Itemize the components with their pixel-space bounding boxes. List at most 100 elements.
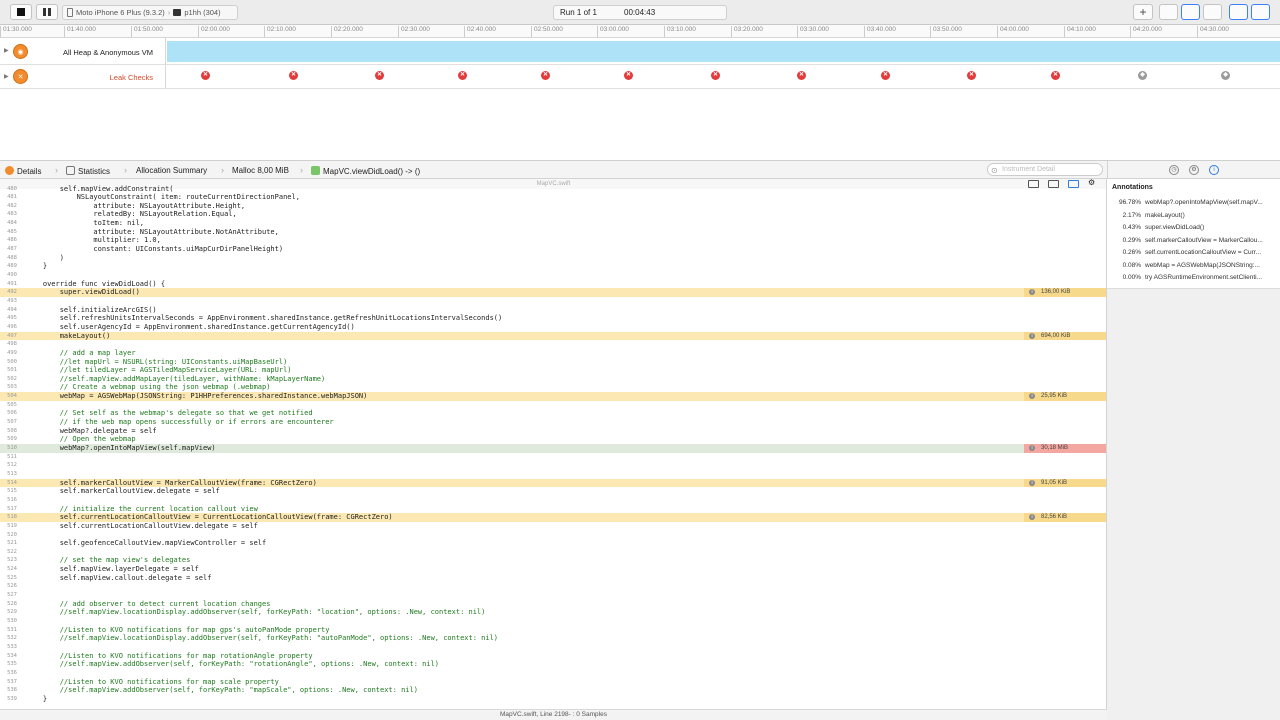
code-line[interactable]: 495 self.refreshUnitsIntervalSeconds = A… [0,314,1106,323]
source-view[interactable]: MapVC.swift ⚙ 480 self.mapView.addConstr… [0,179,1107,709]
code-line[interactable]: 489 } [0,262,1106,271]
timeline-ruler[interactable]: 01:30.000 01:40.000 01:50.000 02:00.000 … [0,25,1280,38]
code-line[interactable]: 536 [0,669,1106,678]
add-instrument-button[interactable]: + [1133,4,1153,20]
code-line[interactable]: 529 //self.mapView.locationDisplay.addOb… [0,608,1106,617]
code-line[interactable]: 504 webMap = AGSWebMap(JSONString: P1HHP… [0,392,1106,401]
code-line[interactable]: 480 self.mapView.addConstraint( [0,185,1106,194]
code-line[interactable]: 502 //self.mapView.addMapLayer(tiledLaye… [0,375,1106,384]
code-line[interactable]: 508 webMap?.delegate = self [0,427,1106,436]
code-line[interactable]: 539 } [0,695,1106,704]
track-leaks[interactable]: ▶ ✕ Leak Checks [0,65,1280,89]
leak-check-passed-icon[interactable]: ◆ [1221,71,1230,80]
allocation-cost-badge[interactable]: i 694,00 KiB [1024,331,1106,341]
code-line[interactable]: 532 //self.mapView.locationDisplay.addOb… [0,634,1106,643]
leak-check-failed-icon[interactable]: ✕ [458,71,467,80]
annotation-row[interactable]: 96.78% webMap?.openIntoMapView(self.mapV.… [1107,199,1280,211]
code-line[interactable]: 509 // Open the webmap [0,435,1106,444]
disclosure-triangle-icon[interactable]: ▶ [4,47,9,54]
code-line[interactable]: 535 //self.mapView.addObserver(self, for… [0,660,1106,669]
code-line[interactable]: 533 [0,643,1106,652]
code-line[interactable]: 507 // if the web map opens successfully… [0,418,1106,427]
stop-button[interactable] [10,4,32,20]
annotation-row[interactable]: 0.00% try AGSRuntimeEnvironment.setClient… [1107,274,1280,286]
code-line[interactable]: 537 //Listen to KVO notifications for ma… [0,678,1106,687]
display-settings-icon[interactable]: ⚙ [1189,165,1199,175]
code-line[interactable]: 484 toItem: nil, [0,219,1106,228]
code-line[interactable]: 494 self.initializeArcGIS() [0,306,1106,315]
instrument-detail-search[interactable]: ⊙ Instrument Detail [987,163,1103,176]
code-line[interactable]: 490 [0,271,1106,280]
code-line[interactable]: 497 makeLayout() i 694,00 KiB [0,331,1106,341]
code-line[interactable]: 528 // add observer to detect current lo… [0,600,1106,609]
code-line[interactable]: 538 //self.mapView.addObserver(self, for… [0,686,1106,695]
leak-check-failed-icon[interactable]: ✕ [1051,71,1060,80]
annotation-row[interactable]: 0.26% self.currentLocationCalloutView = C… [1107,249,1280,261]
code-line[interactable]: 492 super.viewDidLoad() i 136,00 KiB [0,288,1106,297]
annotation-row[interactable]: 0.29% self.markerCalloutView = MarkerCall… [1107,237,1280,249]
code-line[interactable]: 525 self.mapView.callout.delegate = self [0,574,1106,583]
code-line[interactable]: 486 multiplier: 1.0, [0,236,1106,245]
code-line[interactable]: 488 ) [0,254,1106,263]
toggle-detail-pane-button[interactable] [1229,4,1248,20]
code-line[interactable]: 505 [0,401,1106,410]
code-line[interactable]: 530 [0,617,1106,626]
code-line[interactable]: 500 //let mapUrl = NSURL(string: UIConst… [0,358,1106,367]
code-line[interactable]: 510 webMap?.openIntoMapView(self.mapView… [0,444,1106,453]
code-line[interactable]: 517 // initialize the current location c… [0,505,1106,514]
allocation-cost-badge[interactable]: i 82,56 KiB [1024,513,1106,522]
annotation-row[interactable]: 0.43% super.viewDidLoad() [1107,224,1280,236]
code-line[interactable]: 520 [0,531,1106,540]
jump-method[interactable]: MapVC.viewDidLoad() -> () [311,166,420,176]
code-line[interactable]: 499 // add a map layer [0,349,1106,358]
jump-statistics[interactable]: Statistics [66,166,110,176]
code-line[interactable]: 511 [0,453,1106,462]
jump-allocation-summary[interactable]: Allocation Summary [136,166,207,175]
code-line[interactable]: 526 [0,582,1106,591]
code-line[interactable]: 491 override func viewDidLoad() { [0,280,1106,289]
record-settings-icon[interactable]: ◷ [1169,165,1179,175]
target-selector[interactable]: Moto iPhone 6 Plus (9.3.2) › p1hh (304) [62,5,238,20]
code-line[interactable]: 503 // Create a webmap using the json we… [0,383,1106,392]
code-line[interactable]: 483 relatedBy: NSLayoutRelation.Equal, [0,210,1106,219]
code-line[interactable]: 482 attribute: NSLayoutAttribute.Height, [0,202,1106,211]
code-line[interactable]: 498 [0,340,1106,349]
leak-check-failed-icon[interactable]: ✕ [541,71,550,80]
code-line[interactable]: 523 // set the map view's delegates [0,556,1106,565]
allocation-cost-badge[interactable]: i 30,18 MiB [1024,444,1106,453]
leak-check-failed-icon[interactable]: ✕ [375,71,384,80]
code-line[interactable]: 487 constant: UIConstants.uiMapCurDirPan… [0,245,1106,254]
leak-check-failed-icon[interactable]: ✕ [881,71,890,80]
code-line[interactable]: 516 [0,496,1106,505]
code-line[interactable]: 531 //Listen to KVO notifications for ma… [0,626,1106,635]
extended-detail-icon[interactable]: i [1209,165,1219,175]
grid-view-button[interactable] [1203,4,1222,20]
leak-check-failed-icon[interactable]: ✕ [711,71,720,80]
pause-button[interactable] [36,4,58,20]
code-line[interactable]: 534 //Listen to KVO notifications for ma… [0,652,1106,661]
code-line[interactable]: 501 //let tiledLayer = AGSTiledMapServic… [0,366,1106,375]
code-line[interactable]: 518 self.currentLocationCalloutView = Cu… [0,513,1106,522]
code-line[interactable]: 522 [0,548,1106,557]
leak-check-failed-icon[interactable]: ✕ [797,71,806,80]
leak-check-failed-icon[interactable]: ✕ [624,71,633,80]
annotation-row[interactable]: 2.17% makeLayout() [1107,212,1280,224]
leak-check-failed-icon[interactable]: ✕ [289,71,298,80]
jump-malloc[interactable]: Malloc 8,00 MiB [232,166,289,175]
list-view-button[interactable] [1181,4,1200,20]
jump-details[interactable]: Details [5,166,41,176]
code-line[interactable]: 481 NSLayoutConstraint( item: routeCurre… [0,193,1106,202]
code-line[interactable]: 485 attribute: NSLayoutAttribute.NotAnAt… [0,228,1106,237]
code-line[interactable]: 496 self.userAgencyId = AppEnvironment.s… [0,323,1106,332]
allocation-cost-badge[interactable]: i 91,05 KiB [1024,478,1106,488]
code-line[interactable]: 506 // Set self as the webmap's delegate… [0,409,1106,418]
leak-check-passed-icon[interactable]: ◆ [1138,71,1147,80]
allocation-cost-badge[interactable]: i 136,00 KiB [1024,288,1106,297]
code-line[interactable]: 527 [0,591,1106,600]
code-line[interactable]: 515 self.markerCalloutView.delegate = se… [0,487,1106,496]
code-line[interactable]: 512 [0,461,1106,470]
leak-check-failed-icon[interactable]: ✕ [967,71,976,80]
code-line[interactable]: 514 self.markerCalloutView = MarkerCallo… [0,478,1106,488]
disclosure-triangle-icon[interactable]: ▶ [4,73,9,80]
toggle-inspector-button[interactable] [1251,4,1270,20]
